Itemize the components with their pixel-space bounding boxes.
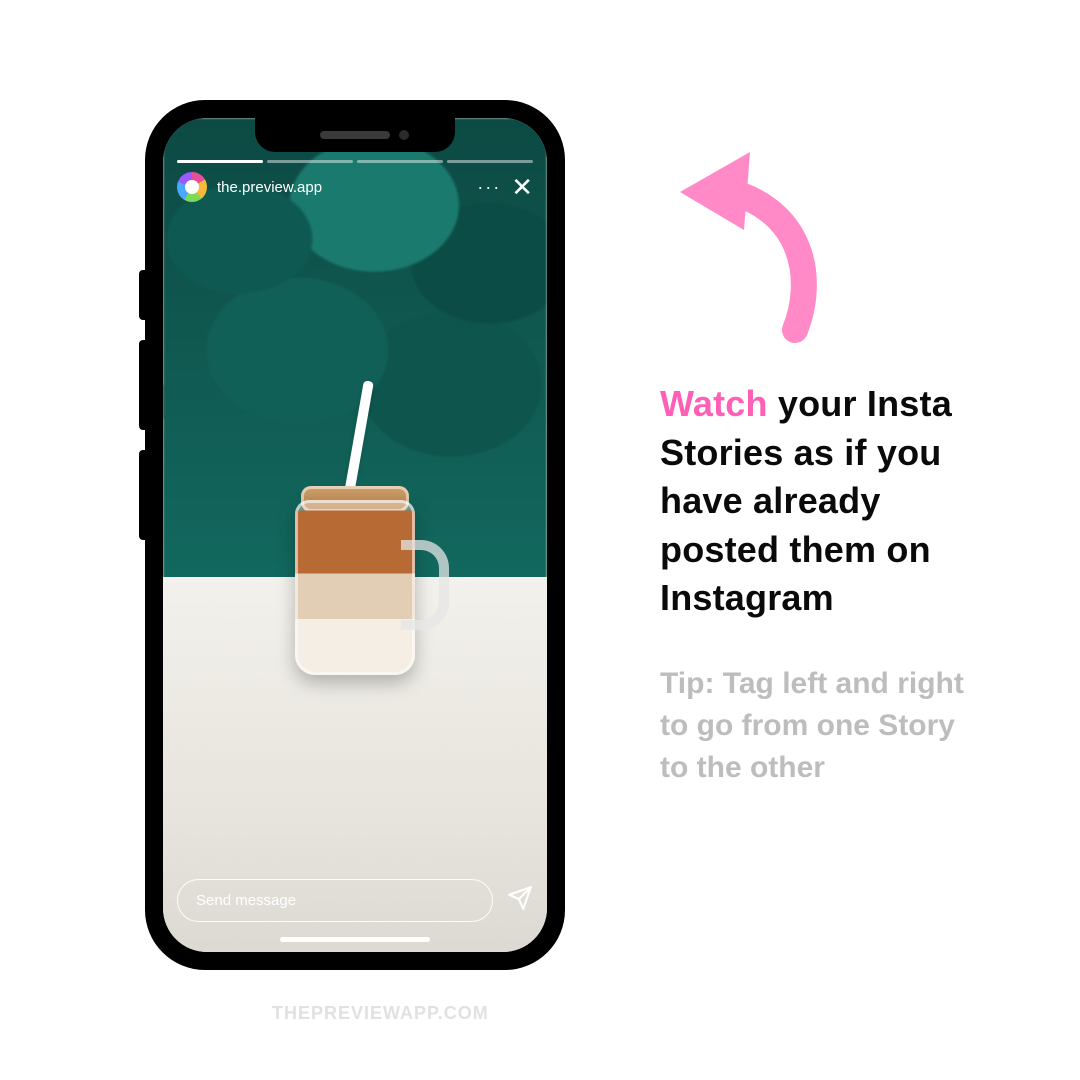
- send-icon[interactable]: [507, 885, 533, 916]
- marketing-copy: Watch your Insta Stories as if you have …: [660, 380, 990, 789]
- phone-notch: [255, 118, 455, 152]
- close-icon[interactable]: ✕: [511, 174, 533, 200]
- story-username[interactable]: the.preview.app: [217, 179, 322, 196]
- headline: Watch your Insta Stories as if you have …: [660, 380, 990, 623]
- headline-accent: Watch: [660, 383, 768, 424]
- story-bg-drink: [295, 500, 415, 675]
- story-avatar[interactable]: [177, 172, 207, 202]
- instagram-story[interactable]: the.preview.app ··· ✕ Send message: [163, 118, 547, 952]
- send-message-input[interactable]: Send message: [177, 879, 493, 922]
- phone-screen[interactable]: the.preview.app ··· ✕ Send message: [163, 118, 547, 952]
- arrow-icon: [640, 130, 860, 350]
- tip-text: Tip: Tag left and right to go from one S…: [660, 663, 990, 789]
- phone-mockup: the.preview.app ··· ✕ Send message: [145, 100, 565, 970]
- watermark: THEPREVIEWAPP.COM: [272, 1003, 489, 1024]
- story-progress-bar: [177, 160, 533, 163]
- story-more-icon[interactable]: ···: [477, 177, 501, 198]
- home-indicator: [280, 937, 430, 942]
